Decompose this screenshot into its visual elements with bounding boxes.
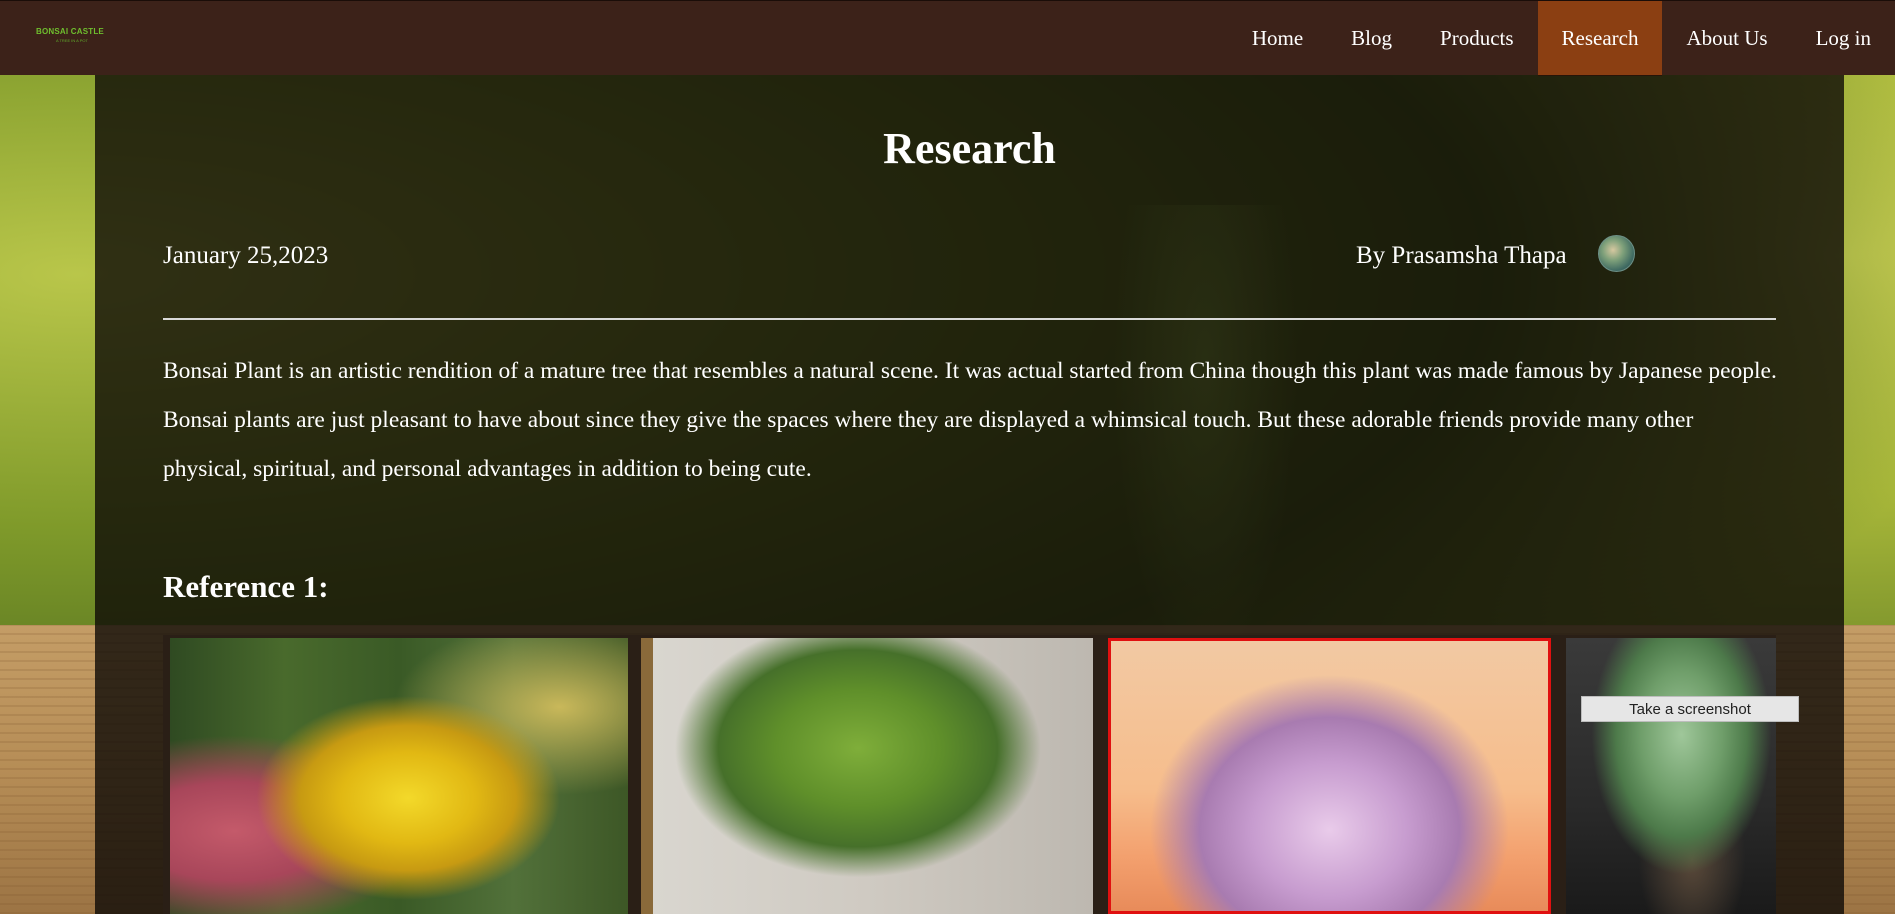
logo-text: BONSAI CASTLE — [36, 27, 104, 36]
article-date: January 25,2023 — [163, 242, 329, 269]
nav-item-research[interactable]: Research — [1537, 1, 1663, 76]
gallery-image-green-bonsai[interactable] — [641, 638, 1093, 914]
logo-tagline: A TREE IN A POT — [56, 38, 88, 43]
nav-links: Home Blog Products Research About Us Log… — [1228, 1, 1895, 76]
nav-item-home[interactable]: Home — [1228, 1, 1327, 76]
article-author: By Prasamsha Thapa — [1356, 242, 1567, 269]
nav-item-products[interactable]: Products — [1416, 1, 1538, 76]
author-avatar — [1598, 235, 1635, 272]
gallery-image-flowering-bonsai[interactable] — [1108, 638, 1551, 914]
take-screenshot-tooltip[interactable]: Take a screenshot — [1581, 696, 1799, 722]
divider — [163, 318, 1776, 320]
article-panel: Research January 25,2023 By Prasamsha Th… — [95, 75, 1844, 914]
top-navbar: BONSAI CASTLE A TREE IN A POT Home Blog … — [0, 0, 1895, 76]
nav-item-blog[interactable]: Blog — [1327, 1, 1416, 76]
site-logo[interactable]: BONSAI CASTLE A TREE IN A POT — [36, 25, 114, 47]
reference-gallery[interactable] — [163, 635, 1776, 914]
gallery-image-autumn-trees[interactable] — [170, 638, 628, 914]
reference-heading: Reference 1: — [163, 569, 329, 604]
article-intro: Bonsai Plant is an artistic rendition of… — [163, 358, 1777, 482]
gallery-image-bonsai-pot[interactable] — [1566, 638, 1776, 914]
nav-item-about-us[interactable]: About Us — [1662, 1, 1791, 76]
page-title: Research — [883, 124, 1056, 173]
nav-item-log-in[interactable]: Log in — [1792, 1, 1895, 76]
